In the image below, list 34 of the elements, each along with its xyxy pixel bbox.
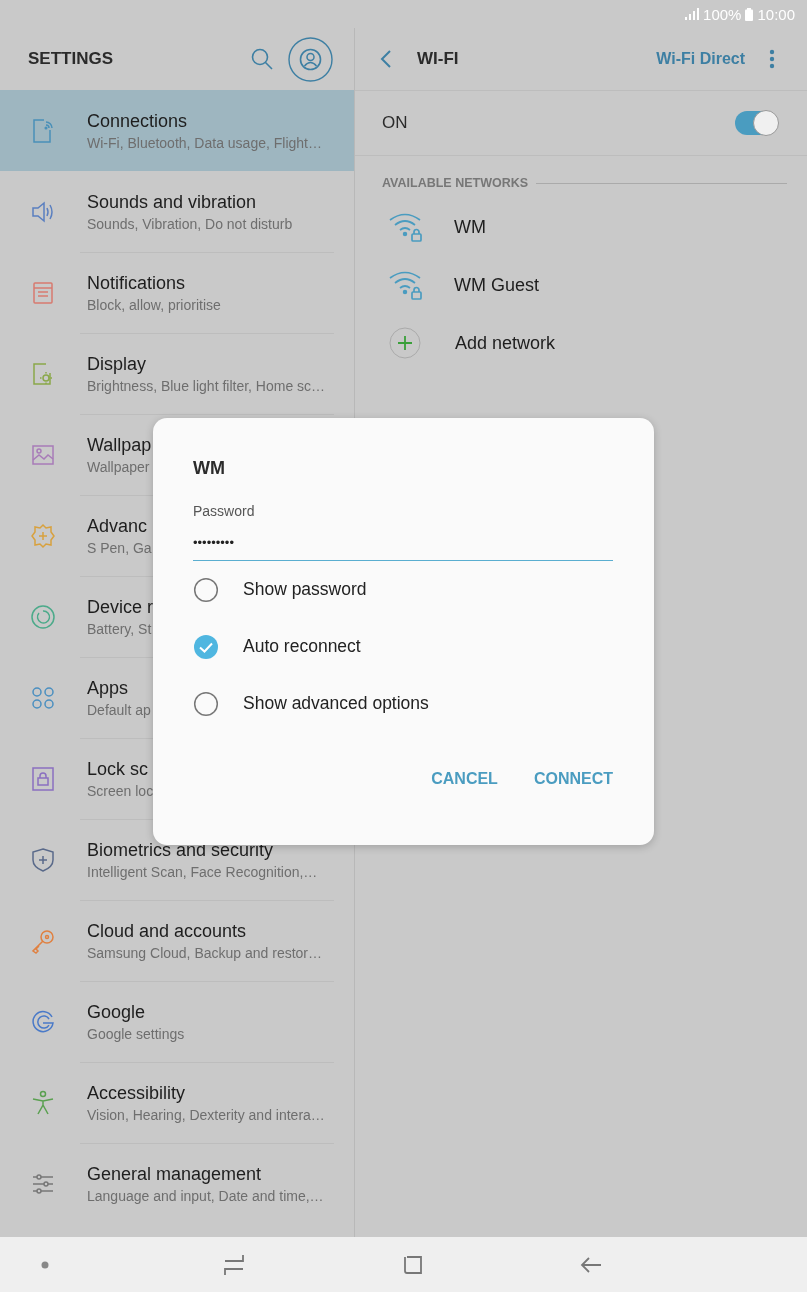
section-header: AVAILABLE NETWORKS [382,176,529,190]
item-title: Sounds and vibration [87,191,258,213]
item-subtitle: Language and input, Date and time,… [87,1187,324,1204]
item-subtitle: Google settings [87,1025,185,1042]
item-subtitle: Samsung Cloud, Backup and restor… [87,944,322,961]
field-label: Password [193,503,255,519]
item-title: General management [87,1163,263,1185]
item-subtitle: Block, allow, prioritise [87,296,221,313]
item-subtitle: Wallpaper [87,458,151,475]
item-subtitle: Vision, Hearing, Dexterity and intera… [87,1106,325,1123]
item-subtitle: Wi-Fi, Bluetooth, Data usage, Flight… [87,134,322,151]
item-subtitle: Sounds, Vibration, Do not disturb [87,215,293,232]
item-title: Google [87,1001,147,1023]
item-title: Accessibility [87,1082,187,1104]
wifi-title: WI-FI [417,49,459,69]
item-title: Display [87,353,148,375]
item-title: Notifications [87,272,187,294]
item-title: Apps [87,677,130,699]
item-title: Connections [87,110,189,132]
item-title: Wallpap [87,434,152,456]
item-title: Biometrics and security [87,839,275,861]
wifi-state-label: ON [382,113,408,133]
item-title: Device r [87,596,153,618]
item-subtitle: Intelligent Scan, Face Recognition,… [87,863,318,880]
item-title: Cloud and accounts [87,920,248,942]
item-subtitle: Screen loc [87,782,154,799]
item-title: Advanc [87,515,149,537]
item-subtitle: Brightness, Blue light filter, Home sc… [87,377,326,394]
item-subtitle: Battery, St [87,620,153,637]
item-subtitle: Default ap [87,701,151,718]
dialog-title: WM [193,458,225,479]
item-title: Lock sc [87,758,150,780]
item-subtitle: S Pen, Ga [87,539,152,556]
settings-title: SETTINGS [28,49,114,69]
